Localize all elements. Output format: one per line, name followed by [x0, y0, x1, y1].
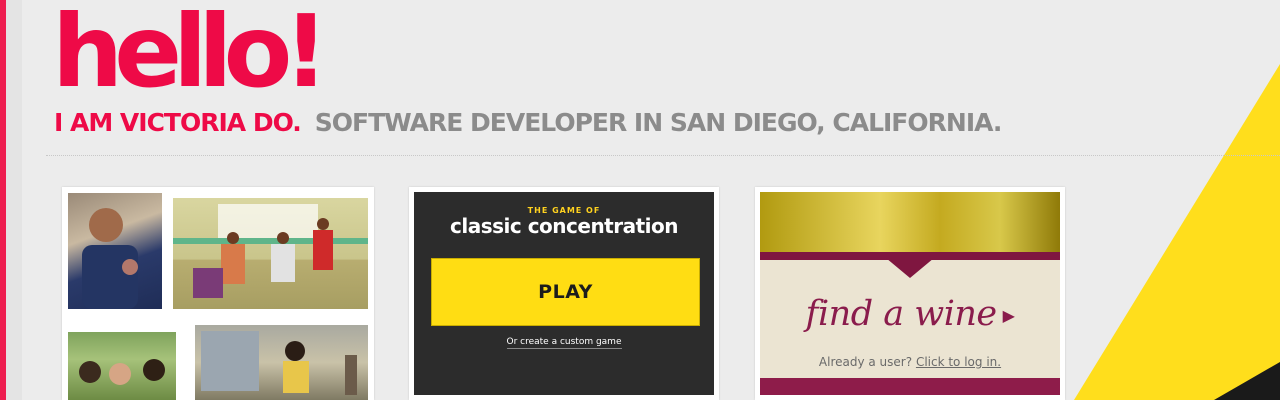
dancer-2-body [271, 244, 295, 282]
dancer-4-body [193, 268, 223, 298]
yellow-triangle [1074, 64, 1280, 400]
login-prompt-text: Already a user? [818, 355, 913, 369]
photo-student-figure [82, 208, 138, 309]
role-text: SOFTWARE DEVELOPER IN SAN DIEGO, CALIFOR… [314, 108, 1003, 137]
wine-notch-shape [886, 258, 934, 278]
custom-game-link[interactable]: Or create a custom game [414, 337, 714, 349]
student-body [82, 245, 138, 309]
dancer-1-body [221, 244, 245, 284]
portfolio-item-wine-app[interactable]: find a wine ▶ Already a user? Click to lo… [755, 187, 1065, 400]
bystander [345, 355, 357, 395]
wine-screen: find a wine ▶ Already a user? Click to lo… [760, 192, 1060, 395]
find-wine-heading[interactable]: find a wine ▶ [760, 294, 1060, 334]
play-button[interactable]: PLAY [431, 258, 700, 326]
student-head [89, 208, 123, 242]
dancer-3-head [317, 218, 329, 230]
wine-notch-icon [886, 258, 934, 278]
dancer-1-head [227, 232, 239, 244]
wine-bottle-photo [760, 192, 1060, 254]
black-triangle [1214, 362, 1280, 400]
photo-dance-class [173, 198, 368, 309]
photo-celebration [195, 325, 368, 400]
building [201, 331, 259, 391]
portfolio-item-concentration-game[interactable]: THE GAME OF classic concentration PLAY O… [409, 187, 719, 400]
dancer-3-body [313, 230, 333, 270]
celebrant-body [283, 361, 309, 393]
game-screen: THE GAME OF classic concentration PLAY O… [414, 192, 714, 395]
celebrant-head [285, 341, 305, 361]
dancer-2-head [277, 232, 289, 244]
friend-3-head [143, 359, 165, 381]
wall-strip [173, 238, 368, 244]
play-arrow-icon: ▶ [1002, 306, 1015, 325]
friend-2-head [109, 363, 131, 385]
wine-bottom-band [760, 378, 1060, 395]
student-hand [122, 259, 138, 275]
greeting-heading: hello! [52, 0, 329, 110]
name-text: I AM VICTORIA DO. [54, 108, 302, 137]
photo-dance-figures [173, 204, 368, 298]
photo-friends [68, 332, 176, 400]
intro-line: I AM VICTORIA DO. SOFTWARE DEVELOPER IN S… [54, 108, 1003, 137]
accent-bar-shadow [6, 0, 22, 400]
portfolio-item-photo-collage[interactable] [62, 187, 374, 400]
photo-friends-figures [79, 359, 165, 385]
friend-1-head [79, 361, 101, 383]
photo-student [68, 193, 162, 309]
find-wine-text[interactable]: find a wine [806, 294, 998, 334]
photo-celebration-figures [201, 331, 357, 395]
login-prompt: Already a user? Click to log in. [760, 355, 1060, 369]
custom-game-link-text[interactable]: Or create a custom game [506, 337, 622, 349]
game-title: classic concentration [450, 214, 679, 238]
header-divider [46, 155, 1280, 156]
login-link[interactable]: Click to log in. [916, 355, 1001, 369]
